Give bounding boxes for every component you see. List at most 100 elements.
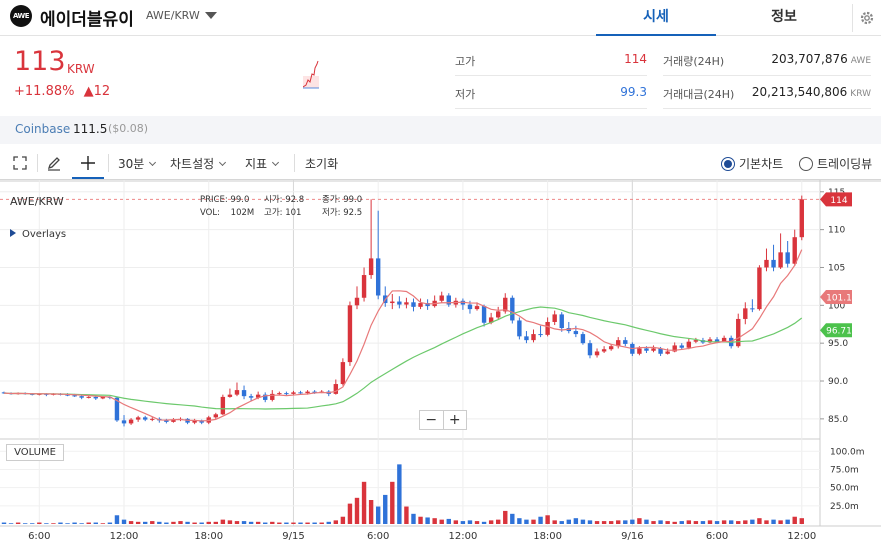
volume-bar — [460, 521, 466, 524]
candle-body — [241, 390, 247, 397]
time-tick-label: 18:00 — [194, 531, 223, 542]
volume-bar — [404, 506, 409, 524]
volume-bar — [573, 518, 579, 524]
volume-bar — [686, 520, 692, 524]
change-amount: ▲12 — [83, 84, 111, 99]
time-tick-label: 12:00 — [448, 531, 477, 542]
reset-button[interactable]: 초기화 — [305, 155, 338, 172]
volume-bar — [637, 518, 642, 524]
tab-market[interactable]: 시세 — [596, 0, 716, 36]
volume-bar — [65, 523, 70, 524]
candle-body — [248, 396, 254, 398]
fullscreen-icon[interactable] — [10, 153, 30, 173]
volume-tick-label: 75.0m — [830, 465, 859, 475]
time-tick-label: 9/16 — [621, 531, 643, 542]
time-tick-label: 18:00 — [533, 531, 562, 542]
volume-bar — [531, 519, 536, 524]
time-tick-label: 6:00 — [367, 531, 389, 542]
volume-bar — [545, 515, 550, 524]
volume-bar — [150, 521, 155, 524]
volume-bar — [157, 521, 162, 524]
stat-low-label: 저가 — [455, 88, 476, 101]
candle-body — [390, 301, 395, 304]
price-tick-label: 105 — [828, 263, 845, 273]
stat-volume-value: 203,707,876 AWE — [771, 52, 871, 66]
coin-name[interactable]: 에이더블유이 — [40, 5, 134, 30]
volume-bar — [30, 523, 35, 524]
price-tick-label: 90.0 — [828, 377, 848, 387]
tab-info[interactable]: 정보 — [724, 0, 844, 36]
overlays-toggle[interactable]: Overlays — [10, 229, 66, 240]
volume-bar — [298, 522, 303, 524]
pencil-icon[interactable] — [44, 153, 64, 173]
volume-bar — [8, 523, 14, 524]
volume-bar — [630, 519, 635, 524]
volume-bar — [44, 523, 49, 524]
volume-bar — [361, 481, 367, 524]
volume-bar — [86, 522, 91, 524]
coin-dropdown-icon[interactable] — [205, 12, 217, 19]
candle-body — [474, 306, 480, 310]
volume-bar — [665, 521, 670, 524]
coin-logo: AWE — [10, 5, 32, 27]
chart-settings-dropdown[interactable]: 차트설정 — [170, 155, 227, 172]
crosshair-icon[interactable] — [78, 153, 98, 173]
volume-bar — [79, 523, 84, 524]
volume-bar — [270, 521, 275, 524]
price-chart[interactable]: 6:00 12:00 18:00 9/15 6:00 12:00 18:00 9/16 6:00… — [0, 180, 881, 544]
stat-high-value: 114 — [624, 52, 647, 66]
volume-bar — [199, 522, 204, 524]
volume-bar — [658, 520, 663, 524]
candle-body — [234, 390, 240, 395]
candle-body — [93, 396, 98, 399]
volume-bar — [128, 521, 134, 524]
volume-bar — [488, 520, 494, 524]
candle-body — [333, 384, 339, 394]
volume-bar — [552, 520, 557, 524]
volume-bar — [291, 522, 296, 524]
basic-chart-radio[interactable]: 기본차트 — [721, 155, 783, 172]
exchange-price: 111.5 — [73, 122, 108, 136]
volume-bar — [714, 521, 720, 524]
volume-bar — [644, 519, 649, 524]
candle-body — [284, 393, 289, 395]
radio-unselected-icon — [799, 156, 813, 171]
volume-bar — [411, 513, 416, 524]
volume-bar — [121, 519, 127, 524]
volume-bar — [164, 522, 169, 524]
tradingview-radio[interactable]: 트레이딩뷰 — [799, 155, 872, 172]
interval-dropdown[interactable]: 30분 — [118, 155, 157, 172]
volume-bar — [580, 519, 586, 524]
volume-bar — [524, 519, 529, 524]
time-tick-label: 6:00 — [706, 531, 728, 542]
volume-bar — [693, 521, 699, 524]
volume-tick-label: 50.0m — [830, 484, 859, 494]
volume-bar — [707, 520, 713, 524]
volume-bar — [171, 521, 176, 524]
stat-high: 고가 114 — [455, 44, 647, 76]
candle-body — [601, 349, 607, 352]
candle-body — [623, 340, 628, 344]
candle-body — [785, 252, 790, 264]
candle-body — [686, 341, 692, 348]
coin-pair[interactable]: AWE/KRW — [146, 9, 200, 22]
volume-bar — [623, 520, 628, 524]
volume-bar — [368, 500, 374, 524]
volume-bar — [453, 520, 459, 524]
volume-bar — [651, 521, 656, 524]
volume-bar — [248, 521, 254, 524]
volume-bar — [616, 520, 621, 524]
indicator-dropdown[interactable]: 지표 — [245, 155, 280, 172]
volume-bar — [608, 521, 614, 524]
candle-body — [72, 395, 77, 397]
candle-body — [587, 343, 593, 356]
gear-icon[interactable] — [852, 4, 881, 32]
candle-body — [517, 320, 522, 337]
volume-bar — [22, 523, 28, 524]
volume-bar — [728, 520, 734, 524]
candle-body — [573, 331, 579, 335]
zoom-in-button[interactable]: + — [442, 411, 467, 429]
price-tick-label: 95.0 — [828, 339, 848, 349]
zoom-out-button[interactable]: − — [420, 411, 443, 429]
stat-amount-label: 거래대금(24H) — [663, 88, 735, 101]
